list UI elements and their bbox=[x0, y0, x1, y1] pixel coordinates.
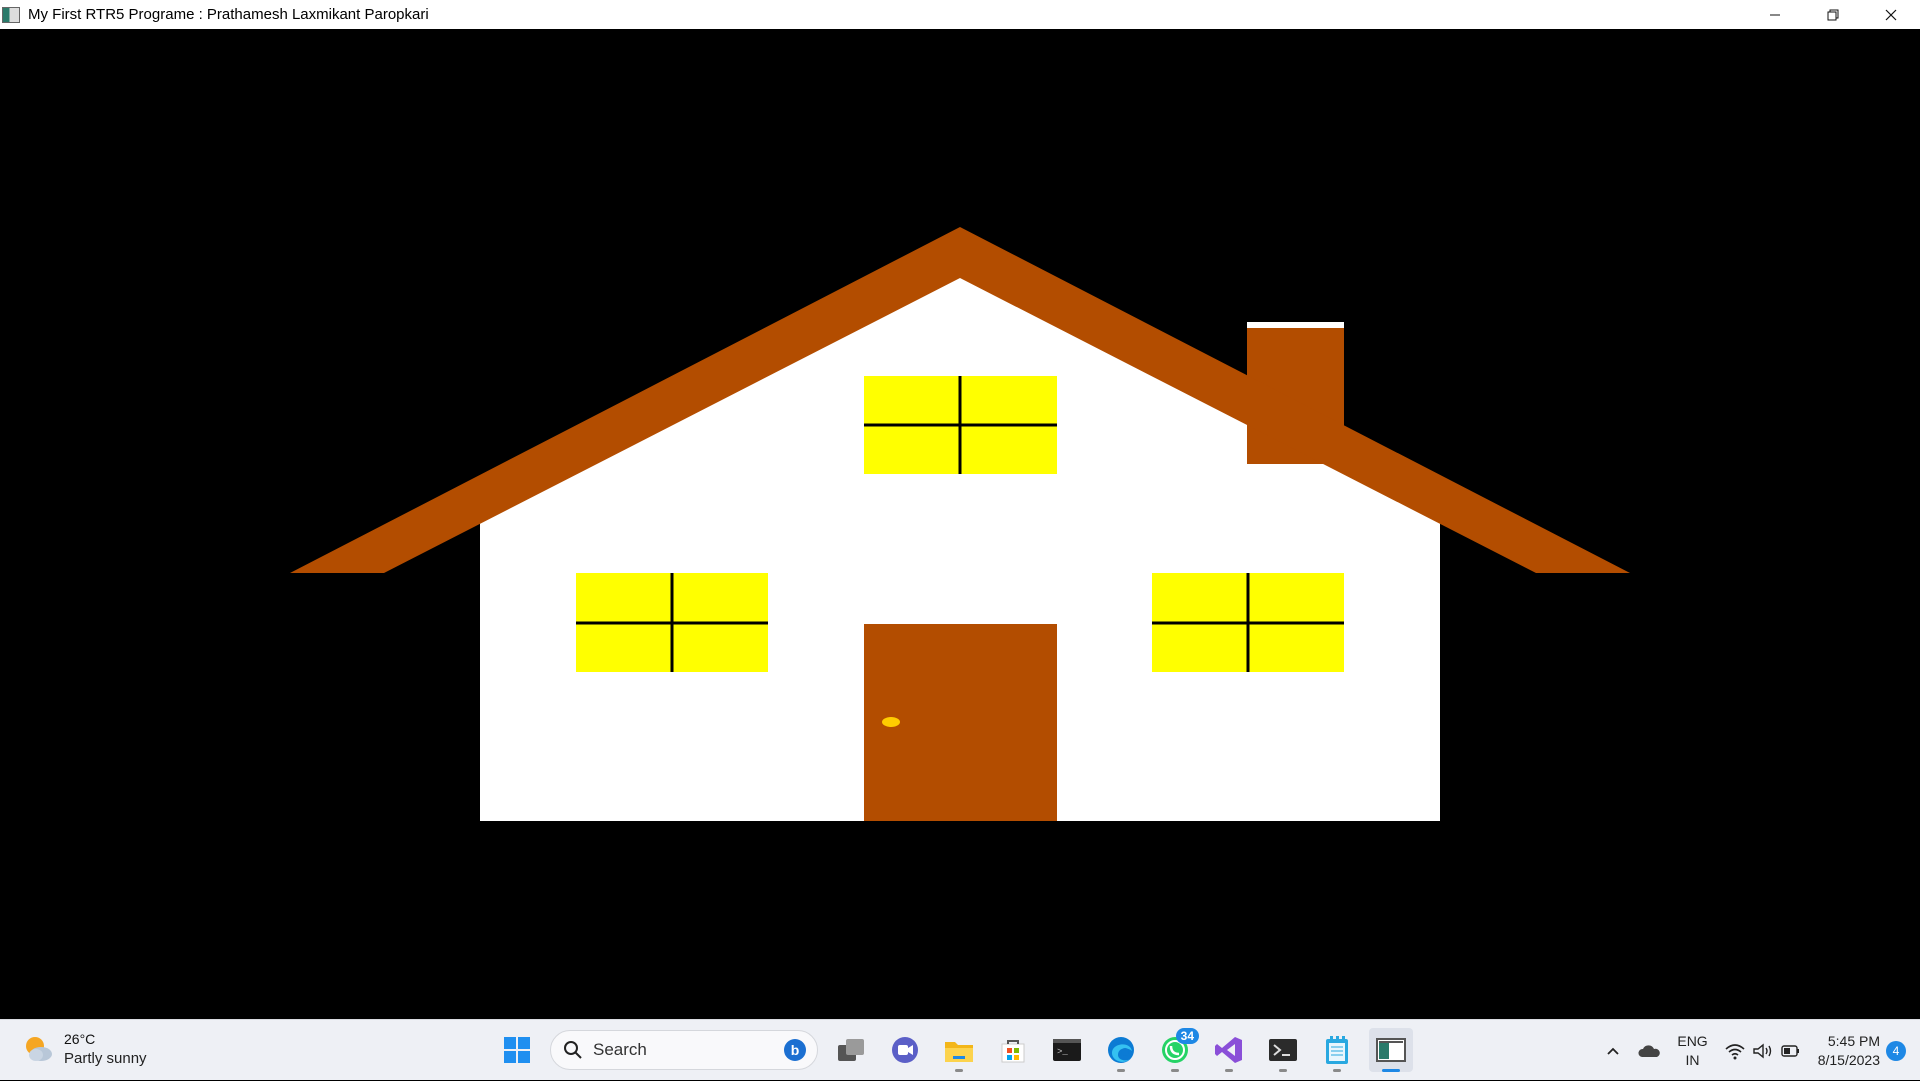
clock[interactable]: 5:45 PM 8/15/2023 bbox=[1818, 1032, 1880, 1070]
start-button[interactable] bbox=[495, 1028, 539, 1072]
search-placeholder: Search bbox=[593, 1040, 647, 1059]
start-icon bbox=[504, 1037, 530, 1063]
partly-sunny-icon bbox=[22, 1033, 54, 1065]
restore-icon bbox=[1827, 9, 1839, 20]
teams-chat-icon bbox=[892, 1037, 918, 1063]
whatsapp-button[interactable]: 34 bbox=[1153, 1028, 1199, 1072]
svg-text:b: b bbox=[791, 1042, 800, 1058]
developer-prompt-icon bbox=[1269, 1039, 1297, 1061]
window-title: My First RTR5 Programe : Prathamesh Laxm… bbox=[28, 6, 429, 23]
rtr5-app-button[interactable] bbox=[1369, 1028, 1413, 1072]
window-titlebar[interactable]: My First RTR5 Programe : Prathamesh Laxm… bbox=[0, 0, 1920, 29]
onedrive-cloud-icon bbox=[1638, 1044, 1661, 1057]
show-hidden-icons-button[interactable] bbox=[1605, 1043, 1621, 1059]
notepad-icon bbox=[1326, 1036, 1348, 1064]
terminal-button[interactable]: >_ bbox=[1045, 1028, 1089, 1072]
developer-prompt-button[interactable] bbox=[1261, 1028, 1305, 1072]
close-button[interactable] bbox=[1862, 0, 1920, 29]
app-window-icon bbox=[2, 6, 20, 23]
clock-time: 5:45 PM bbox=[1827, 1032, 1880, 1049]
visual-studio-icon bbox=[1215, 1037, 1242, 1063]
task-view-icon bbox=[838, 1039, 864, 1061]
system-tray: ENG IN 5:45 PM 8/15/2023 4 bbox=[1597, 1020, 1920, 1081]
notepad-button[interactable] bbox=[1315, 1028, 1359, 1072]
taskbar-apps: Search b >_ 34 bbox=[490, 1026, 1418, 1074]
language-code: ENG bbox=[1677, 1032, 1708, 1049]
wifi-icon bbox=[1725, 1043, 1745, 1059]
file-explorer-icon bbox=[945, 1042, 973, 1062]
chimney-cap bbox=[1247, 322, 1344, 328]
edge-icon bbox=[1108, 1037, 1134, 1063]
window-right bbox=[1152, 573, 1344, 672]
onedrive-button[interactable] bbox=[1637, 1043, 1661, 1059]
window-left bbox=[576, 573, 768, 672]
edge-button[interactable] bbox=[1099, 1028, 1143, 1072]
quick-settings-button[interactable] bbox=[1724, 1042, 1802, 1060]
notification-badge[interactable]: 4 bbox=[1886, 1040, 1906, 1061]
window-controls bbox=[1746, 0, 1920, 29]
taskbar-search[interactable]: Search b bbox=[550, 1030, 818, 1070]
svg-text:>_: >_ bbox=[1057, 1047, 1068, 1057]
rtr5-app-icon bbox=[1376, 1038, 1406, 1062]
battery-icon bbox=[1781, 1044, 1799, 1057]
restore-button[interactable] bbox=[1804, 0, 1862, 29]
microsoft-store-icon bbox=[1001, 1040, 1025, 1063]
language-region: IN bbox=[1685, 1051, 1700, 1068]
microsoft-store-button[interactable] bbox=[991, 1028, 1035, 1072]
taskbar: 26°C Partly sunny Search b >_ 34 ENG IN … bbox=[0, 1019, 1920, 1080]
minimize-button[interactable] bbox=[1746, 0, 1804, 29]
terminal-icon: >_ bbox=[1053, 1039, 1081, 1061]
weather-widget[interactable]: 26°C Partly sunny bbox=[22, 1030, 147, 1068]
house-scene bbox=[290, 227, 1630, 821]
weather-temperature: 26°C bbox=[64, 1031, 96, 1047]
weather-condition: Partly sunny bbox=[64, 1050, 147, 1067]
minimize-icon bbox=[1770, 14, 1780, 15]
whatsapp-badge: 34 bbox=[1175, 1028, 1199, 1044]
door-knob bbox=[882, 717, 900, 727]
chevron-up-icon bbox=[1607, 1047, 1619, 1055]
close-icon bbox=[1885, 9, 1897, 20]
bing-icon[interactable]: b bbox=[783, 1038, 807, 1062]
clock-date: 8/15/2023 bbox=[1817, 1051, 1880, 1068]
file-explorer-button[interactable] bbox=[937, 1028, 981, 1072]
language-indicator[interactable]: ENG IN bbox=[1677, 1032, 1707, 1070]
window-top bbox=[864, 376, 1057, 474]
search-icon bbox=[564, 1041, 582, 1059]
volume-icon bbox=[1753, 1043, 1771, 1058]
visual-studio-button[interactable] bbox=[1207, 1028, 1251, 1072]
task-view-button[interactable] bbox=[829, 1028, 873, 1072]
render-canvas[interactable] bbox=[0, 29, 1920, 1019]
teams-chat-button[interactable] bbox=[883, 1028, 927, 1072]
